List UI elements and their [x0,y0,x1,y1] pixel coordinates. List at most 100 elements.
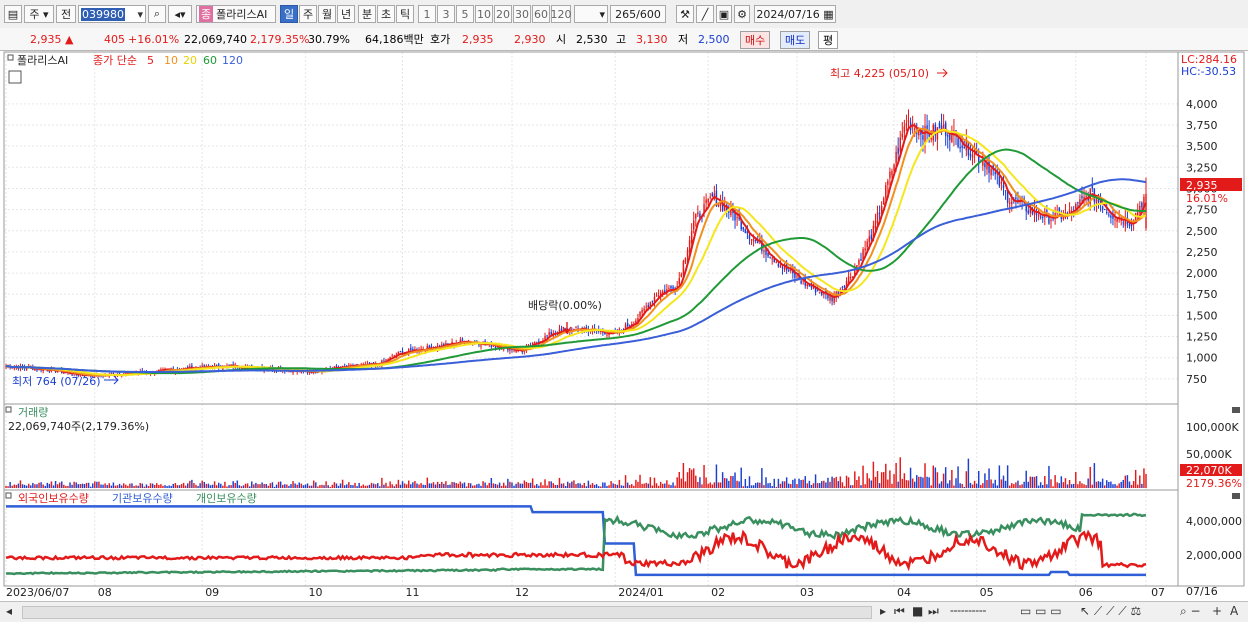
volume-bar [942,473,945,488]
low-annotation: 최저 764 (07/26) [12,375,101,388]
period-minute[interactable]: 분 [358,5,376,23]
legend-foreign: 외국인보유수량 [18,492,89,505]
period-tick[interactable]: 틱 [396,5,414,23]
gear-icon[interactable]: ⚙ [734,5,750,23]
buy-button[interactable]: 매수 [740,31,771,49]
volume-bar [364,485,367,488]
sell-button[interactable]: 매도 [780,31,811,49]
volume-bar [639,474,641,488]
zoom-in-icon[interactable]: + [1212,604,1222,618]
volume-bar [940,481,943,488]
scroll-left-icon[interactable]: ◂ [6,604,12,618]
interval-dropdown[interactable]: ▾ [574,5,608,23]
volume-bar [880,472,883,488]
volume-bar [129,483,131,488]
volume-bar [1081,483,1083,488]
volume-bar [831,476,833,488]
volume-bar [9,481,11,488]
market-select[interactable]: 주 ▾ [24,5,54,23]
volume-bar [327,485,329,488]
volume-bar [277,481,280,488]
volume-bar [730,475,732,488]
volume-bar [519,483,521,488]
save-icon[interactable]: ▣ [716,5,732,23]
volume-bar [899,457,901,488]
draw-tools-icon[interactable]: ↖ ⟋ ⟋ ⟋ ⚖ [1080,604,1141,619]
last-page-icon[interactable]: ⏭ [928,604,939,619]
volume-bar [36,484,38,488]
scroll-right-icon[interactable]: ▸ [880,604,886,618]
volume-bar [207,483,210,488]
period-year[interactable]: 년 [337,5,355,23]
volume-bar [27,483,30,488]
interval-5[interactable]: 5 [456,5,474,23]
volume-title: 거래량 [18,406,48,419]
candle-body [736,216,738,218]
interval-1[interactable]: 1 [418,5,436,23]
stock-code-input[interactable]: 039980 ▾ [78,5,146,23]
eval-button[interactable]: 평 [818,31,839,49]
zoom-slider[interactable]: ╌╌╌╌╌ [950,604,986,618]
volume-bar [891,483,893,488]
indicator-icon[interactable]: ⚒ [676,5,694,23]
interval-10[interactable]: 10 [475,5,493,23]
volume-bar [936,472,939,488]
volume-bar [143,486,146,488]
date-input[interactable]: 2024/07/16 ▦ [754,5,836,23]
volume-bar [858,476,860,488]
first-page-icon[interactable]: ⏮ [894,604,905,619]
volume-bar [500,485,503,488]
volume-bar [418,484,420,488]
volume-bar [1062,482,1065,488]
volume-bar [1068,480,1071,488]
volume-bar [1044,475,1046,488]
volume-bar [38,482,40,488]
volume-bar [783,481,786,488]
volume-bar [476,484,478,488]
high-label: 고 [616,33,627,46]
count-input[interactable]: 265/600 [610,5,666,23]
stock-name-box[interactable]: 종 폴라리스AI [196,5,276,23]
volume-bar [308,485,311,488]
volume-bar [688,467,691,488]
interval-30[interactable]: 30 [513,5,531,23]
layout-icon[interactable]: ▭ ▭ ▭ [1020,604,1062,618]
volume-bar [106,485,108,488]
volume-bar [750,485,753,488]
period-week[interactable]: 주 [299,5,317,23]
interval-120[interactable]: 120 [551,5,572,23]
interval-3[interactable]: 3 [437,5,455,23]
draw-tool-icon[interactable]: ╱ [696,5,714,23]
prev-button[interactable]: 전 [56,5,76,23]
volume-bar [443,483,445,488]
stop-icon[interactable]: ■ [912,604,923,618]
volume-value: 22,069,740 [184,32,247,46]
candle-body [56,371,59,373]
speaker-icon[interactable]: ◂▾ [168,5,192,23]
volume-bar [680,478,683,488]
volume-bar [52,485,55,488]
volume-bar [571,481,573,488]
zoom-out-icon[interactable]: ⌕ − [1180,604,1201,619]
panel-close-icon[interactable] [1232,493,1240,499]
interval-60[interactable]: 60 [532,5,550,23]
search-icon[interactable]: ⌕ [148,5,166,23]
volume-bar [790,484,792,488]
volume-bar [145,484,148,488]
candle-body [988,160,990,173]
period-second[interactable]: 초 [377,5,395,23]
volume-bar [1025,470,1027,488]
table-toggle-icon[interactable] [8,70,22,84]
panel-close-icon[interactable] [1232,407,1240,413]
candle-body [1015,197,1017,199]
volume-bar [542,485,544,488]
interval-20[interactable]: 20 [494,5,512,23]
window-menu-icon[interactable]: ▤ [4,5,22,23]
volume-bar [180,484,183,488]
volume-bar [166,486,168,488]
volume-bar [319,485,321,488]
period-day[interactable]: 일 [280,5,298,23]
period-month[interactable]: 월 [318,5,336,23]
scrollbar[interactable] [22,606,872,619]
font-size-icon[interactable]: A [1230,604,1238,618]
